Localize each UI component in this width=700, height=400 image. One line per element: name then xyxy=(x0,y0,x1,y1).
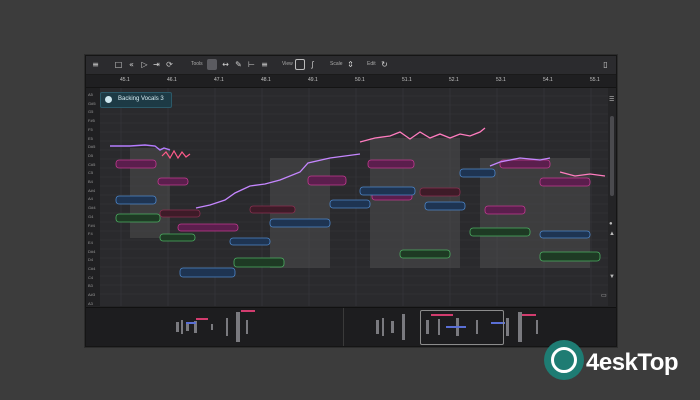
play-icon[interactable]: ▷ xyxy=(139,59,150,70)
watermark-logo-icon xyxy=(544,340,584,380)
skip-forward-icon[interactable]: ⇥ xyxy=(151,59,162,70)
ruler-tick: 46.1 xyxy=(167,77,177,83)
note-editor-grid[interactable] xyxy=(100,88,608,306)
waveform-overview[interactable] xyxy=(86,307,616,346)
ruler-tick: 48.1 xyxy=(261,77,271,83)
stop-icon[interactable]: □ xyxy=(113,59,124,70)
watermark-text: 4eskTop xyxy=(586,349,679,376)
timeline-ruler[interactable]: 45.1 46.1 47.1 48.1 49.1 50.1 51.1 52.1 … xyxy=(86,75,616,88)
piano-key-label: A3 xyxy=(88,300,93,306)
sync-icon[interactable]: ↻ xyxy=(379,59,390,70)
rewind-icon[interactable]: « xyxy=(126,59,137,70)
piano-key-label: F4 xyxy=(88,231,93,237)
track-icon xyxy=(105,96,112,103)
track-label[interactable]: Backing Vocals 3 xyxy=(100,92,172,108)
piano-key-label: G5 xyxy=(88,109,94,115)
layout-toggle-icon[interactable]: ▭ xyxy=(601,292,607,299)
overview-visible-range[interactable] xyxy=(420,310,504,345)
track-name: Backing Vocals 3 xyxy=(118,96,164,102)
sidebar-toggle-icon[interactable]: ▯ xyxy=(600,59,611,70)
piano-key-label: C#4 xyxy=(88,266,96,271)
ruler-tick: 52.1 xyxy=(449,77,459,83)
ruler-tick: 49.1 xyxy=(308,77,318,83)
pitch-tool-icon[interactable] xyxy=(207,59,217,70)
view-curve-icon[interactable]: ∫ xyxy=(307,59,318,70)
pitch-notes-canvas[interactable] xyxy=(100,88,608,306)
menu-icon[interactable]: ≡ xyxy=(90,59,101,70)
time-tool-icon[interactable]: ↔ xyxy=(220,59,231,70)
piano-key-label: C#5 xyxy=(88,161,96,167)
ruler-tick: 45.1 xyxy=(120,77,130,83)
split-tool-icon[interactable]: ⊢ xyxy=(246,59,257,70)
ruler-tick: 47.1 xyxy=(214,77,224,83)
piano-key-label: D#5 xyxy=(88,144,96,150)
view-label: View xyxy=(282,61,293,67)
piano-key-label: A5 xyxy=(88,92,93,97)
ruler-tick: 55.1 xyxy=(590,77,600,83)
vertical-scrollbar[interactable] xyxy=(610,116,614,196)
ruler-tick: 51.1 xyxy=(402,77,412,83)
piano-key-label: F#4 xyxy=(88,222,95,228)
piano-key-label: F5 xyxy=(88,126,93,132)
piano-key-label: G4 xyxy=(88,213,94,219)
piano-key-label: A#4 xyxy=(88,187,96,193)
piano-key-label: D4 xyxy=(88,257,94,263)
piano-keys[interactable]: A5 G#5 G5 F#5 F5 E5 D#5 D5 C#5 C5 B4 A#4 A4 G#4 G4 F#4 F… xyxy=(86,88,100,306)
ruler-tick: 50.1 xyxy=(355,77,365,83)
app-window: ≡ □ « ▷ ⇥ ⟳ Tools ↔ ✎ ⊢ ≡ View ∫ Scale ⇕… xyxy=(85,55,617,347)
toolbar: ≡ □ « ▷ ⇥ ⟳ Tools ↔ ✎ ⊢ ≡ View ∫ Scale ⇕… xyxy=(86,56,616,75)
edit-label: Edit xyxy=(367,61,376,67)
overview-divider xyxy=(343,308,344,346)
piano-key-label: B3 xyxy=(88,283,93,289)
scale-dropdown-icon[interactable]: ⇕ xyxy=(345,59,356,70)
draw-tool-icon[interactable]: ✎ xyxy=(233,59,244,70)
zoom-in-icon[interactable]: ● xyxy=(609,221,613,227)
piano-key-label: F#5 xyxy=(88,118,95,124)
piano-key-label: E4 xyxy=(88,239,93,245)
piano-key-label: A4 xyxy=(88,196,93,202)
piano-key-label: A#3 xyxy=(88,292,96,298)
scale-label: Scale xyxy=(330,61,343,67)
amplitude-tool-icon[interactable]: ≡ xyxy=(259,59,270,70)
loop-icon[interactable]: ⟳ xyxy=(164,59,175,70)
piano-key-label: C4 xyxy=(88,274,94,280)
piano-key-label: D5 xyxy=(88,152,94,158)
piano-key-label: E5 xyxy=(88,135,93,141)
piano-key-label: G#4 xyxy=(88,205,96,211)
tools-label: Tools xyxy=(191,61,203,67)
piano-key-label: D#4 xyxy=(88,248,96,254)
scroll-up-icon[interactable]: ▲ xyxy=(609,231,615,237)
overview-waveform xyxy=(176,310,538,342)
view-notes-icon[interactable] xyxy=(295,59,305,70)
scroll-down-icon[interactable]: ▼ xyxy=(609,274,615,280)
piano-key-label: C5 xyxy=(88,170,94,176)
piano-key-label: G#5 xyxy=(88,100,96,106)
settings-icon[interactable]: ☰ xyxy=(609,96,614,103)
ruler-tick: 53.1 xyxy=(496,77,506,83)
ruler-tick: 54.1 xyxy=(543,77,553,83)
piano-key-label: B4 xyxy=(88,179,93,184)
